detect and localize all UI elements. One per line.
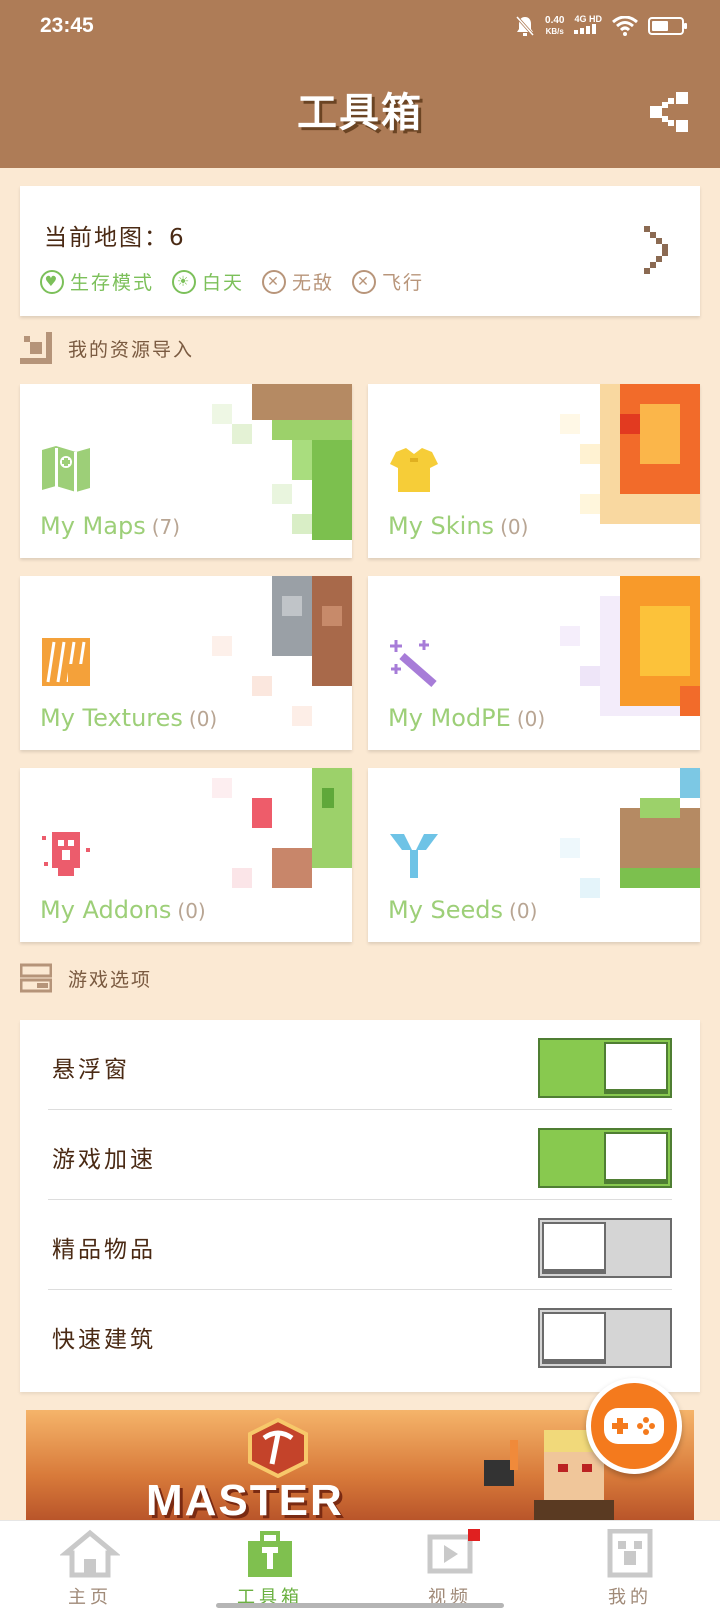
tag-invincible: ✕ 无敌 <box>262 268 334 295</box>
tile-my-modpe[interactable]: My ModPE (0) <box>368 576 700 750</box>
texture-icon <box>42 638 90 686</box>
game-speedup-toggle[interactable] <box>538 1128 672 1188</box>
option-label: 游戏加速 <box>52 1147 156 1173</box>
x-icon: ✕ <box>352 269 377 294</box>
sprout-icon <box>390 834 438 878</box>
gamepad-icon <box>604 1408 664 1444</box>
tile-my-maps[interactable]: My Maps (7) <box>20 384 352 558</box>
mute-bell-icon <box>515 15 535 36</box>
signal-indicator: 4G HD <box>574 14 602 37</box>
game-options-card: 悬浮窗 游戏加速 精品物品 快速建筑 <box>20 1020 700 1392</box>
signal-bars-icon <box>574 24 597 34</box>
heart-icon: ♥ <box>40 269 64 294</box>
option-premium-items: 精品物品 <box>48 1200 672 1290</box>
grass-block-decoration <box>212 384 352 540</box>
stone-block-decoration <box>212 576 352 726</box>
nav-video[interactable]: 视频 <box>360 1521 540 1612</box>
home-indicator[interactable] <box>216 1603 504 1608</box>
dirt-block-decoration <box>560 768 700 898</box>
status-icons: 0.40 KB/s 4G HD <box>515 14 687 37</box>
notification-dot <box>468 1529 480 1541</box>
options-icon <box>20 963 52 993</box>
pickaxe-badge-icon <box>248 1418 308 1478</box>
chevron-right-icon <box>644 226 668 274</box>
net-speed: 0.40 KB/s <box>545 14 565 36</box>
gamepad-button[interactable] <box>586 1378 682 1474</box>
option-label: 快速建筑 <box>52 1327 156 1353</box>
shirt-icon <box>390 448 438 492</box>
magic-wand-icon <box>390 640 437 688</box>
resources-heading: 我的资源导入 <box>20 332 194 364</box>
option-quick-build: 快速建筑 <box>48 1290 672 1380</box>
tile-label: My Maps (7) <box>40 512 181 540</box>
premium-items-toggle[interactable] <box>538 1218 672 1278</box>
status-time: 23:45 <box>40 14 94 37</box>
creeper-decoration <box>212 768 352 888</box>
tag-flying: ✕ 飞行 <box>352 268 424 295</box>
toolbox-icon <box>248 1531 292 1577</box>
nav-home[interactable]: 主页 <box>0 1521 180 1612</box>
tile-label: My ModPE (0) <box>388 704 546 732</box>
option-floating-window: 悬浮窗 <box>48 1020 672 1110</box>
tile-label: My Seeds (0) <box>388 896 538 924</box>
tile-my-skins[interactable]: My Skins (0) <box>368 384 700 558</box>
x-icon: ✕ <box>262 269 287 294</box>
wifi-icon <box>612 15 638 36</box>
current-map-card[interactable]: 当前地图：6 ♥ 生存模式 ☀ 白天 ✕ 无敌 ✕ 飞行 <box>20 186 700 316</box>
sun-icon: ☀ <box>172 269 197 294</box>
options-heading: 游戏选项 <box>20 962 152 994</box>
map-mode-tags: ♥ 生存模式 ☀ 白天 ✕ 无敌 ✕ 飞行 <box>40 268 424 295</box>
creeper-face-icon <box>607 1529 653 1578</box>
tile-my-addons[interactable]: My Addons (0) <box>20 768 352 942</box>
tile-label: My Addons (0) <box>40 896 206 924</box>
import-icon <box>20 332 52 364</box>
nav-profile[interactable]: 我的 <box>540 1521 720 1612</box>
tile-my-seeds[interactable]: My Seeds (0) <box>368 768 700 942</box>
nav-toolbox[interactable]: 工具箱 <box>180 1521 360 1612</box>
bottom-navigation: 主页 工具箱 视频 我的 <box>0 1520 720 1612</box>
share-icon[interactable] <box>648 90 690 134</box>
tag-daytime: ☀ 白天 <box>172 268 244 295</box>
banner-title: MASTER <box>146 1476 344 1520</box>
option-game-speedup: 游戏加速 <box>48 1110 672 1200</box>
floating-window-toggle[interactable] <box>538 1038 672 1098</box>
tile-label: My Textures (0) <box>40 704 218 732</box>
map-icon <box>42 446 90 492</box>
page-title: 工具箱 <box>297 90 423 136</box>
creeper-icon <box>42 832 90 876</box>
current-map-title: 当前地图：6 <box>44 225 186 251</box>
tile-label: My Skins (0) <box>388 512 529 540</box>
quick-build-toggle[interactable] <box>538 1308 672 1368</box>
fire-block-decoration <box>560 576 700 716</box>
lava-block-decoration <box>560 384 700 524</box>
home-icon <box>60 1529 120 1578</box>
tile-my-textures[interactable]: My Textures (0) <box>20 576 352 750</box>
option-label: 悬浮窗 <box>52 1057 130 1083</box>
tag-survival: ♥ 生存模式 <box>40 268 154 295</box>
option-label: 精品物品 <box>52 1237 156 1263</box>
app-header: 23:45 0.40 KB/s 4G HD 工具箱 <box>0 0 720 168</box>
battery-icon <box>648 16 687 35</box>
